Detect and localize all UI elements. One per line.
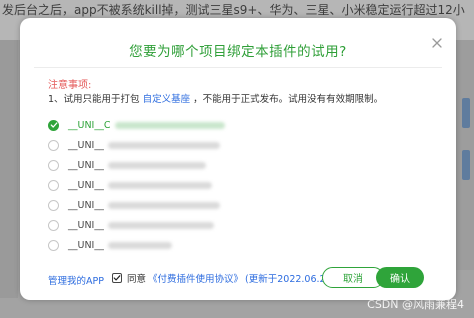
bind-plugin-dialog: 您要为哪个项目绑定本插件的试用? 注意事项: 1、试用只能用于打包 自定义基座 … [20, 18, 456, 300]
app-id: __UNI__ [68, 179, 104, 191]
notice-text-prefix: 1、试用只能用于打包 [48, 94, 140, 105]
radio-icon[interactable] [48, 179, 59, 191]
app-option[interactable]: __UNI__ [48, 136, 388, 154]
blurred-app-name [107, 181, 212, 189]
app-id: __UNI__ [68, 239, 104, 251]
close-icon[interactable] [430, 36, 444, 50]
notice-line: 1、试用只能用于打包 自定义基座 ，不能用于正式发布。试用没有有效期限制。 [48, 91, 383, 105]
radio-icon[interactable] [48, 159, 59, 171]
agreement-link[interactable]: 《付费插件使用协议》 [148, 271, 243, 285]
radio-icon[interactable] [48, 139, 59, 151]
blurred-app-name [107, 241, 172, 249]
radio-icon[interactable] [48, 219, 59, 231]
agree-checkbox[interactable] [112, 273, 122, 283]
manage-my-app-link[interactable]: 管理我的APP [48, 273, 104, 287]
app-option[interactable]: __UNI__ [48, 156, 388, 174]
app-option[interactable]: __UNI__ [48, 196, 388, 214]
notice-text-suffix: ，不能用于正式发布。试用没有有效期限制。 [193, 94, 384, 105]
radio-icon[interactable] [48, 199, 59, 211]
background-right-edge [454, 40, 474, 270]
app-id: __UNI__ [68, 159, 104, 171]
background-side-button [462, 150, 470, 180]
radio-checked-icon[interactable] [48, 119, 59, 131]
confirm-button[interactable]: 确认 [376, 267, 424, 288]
app-option[interactable]: __UNI__ [48, 176, 388, 194]
blurred-app-name [107, 221, 214, 229]
blurred-app-name [107, 161, 206, 169]
agreement-row: 同意 《付费插件使用协议》 (更新于2022.06.20) [112, 271, 335, 285]
blurred-app-name [107, 201, 220, 209]
background-side-button [462, 98, 470, 128]
radio-icon[interactable] [48, 239, 59, 251]
app-id: __UNI__ [68, 199, 104, 211]
app-option[interactable]: __UNI__ [48, 216, 388, 234]
custom-base-link[interactable]: 自定义基座 [143, 94, 191, 105]
title-divider [34, 67, 442, 68]
notice-title: 注意事项: [48, 80, 92, 91]
agree-label: 同意 [127, 274, 147, 285]
app-id: __UNI__ [68, 219, 104, 231]
background-left-edge [0, 40, 18, 300]
dialog-title: 您要为哪个项目绑定本插件的试用? [129, 44, 347, 60]
app-option[interactable]: __UNI__C [48, 116, 388, 134]
cancel-button[interactable]: 取消 [322, 267, 384, 288]
checkmark-icon [113, 275, 121, 281]
app-id: __UNI__C [68, 119, 111, 131]
blurred-app-name [114, 121, 225, 129]
app-id: __UNI__ [68, 139, 104, 151]
blurred-app-name [107, 141, 220, 149]
app-option[interactable]: __UNI__ [48, 236, 388, 254]
